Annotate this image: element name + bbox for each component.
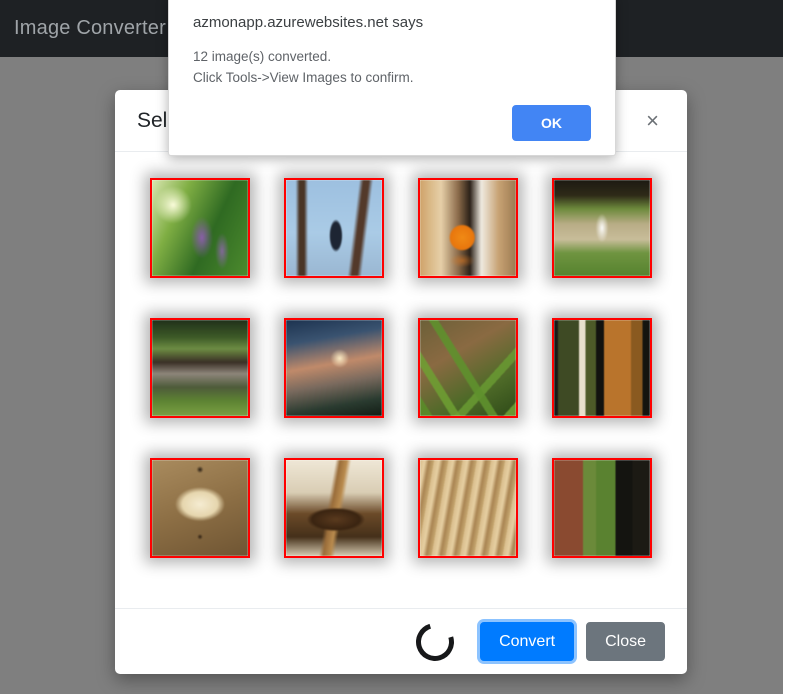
thumbnail-woodland-pond-with-trees[interactable] [150,318,250,418]
close-button[interactable]: Close [586,621,665,662]
thumbnail-image [554,320,650,416]
select-images-modal: Select Images × Convert Close [115,90,687,674]
thumbnail-image [152,460,248,556]
thumbnail-image [286,320,382,416]
alert-message-line-1: 12 image(s) converted. [193,49,332,64]
thumbnail-image [554,180,650,276]
thumbnail-orange-fruit-on-table[interactable] [418,178,518,278]
thumbnail-squirrel-by-brick-pillar[interactable] [552,458,652,558]
alert-ok-button[interactable]: OK [512,104,591,141]
close-icon[interactable]: × [640,106,665,136]
thumbnail-garden-fountain-pond[interactable] [552,178,652,278]
browser-alert-dialog: azmonapp.azurewebsites.net says 12 image… [168,0,616,156]
thumbnail-grilled-food-on-plate[interactable] [552,318,652,418]
thumbnail-stack-of-books-edges[interactable] [418,458,518,558]
thumbnail-image [286,180,382,276]
navbar-brand[interactable]: Image Converter [14,17,166,40]
thumbnail-hanging-glass-lamp[interactable] [150,458,250,558]
alert-message-line-2: Click Tools->View Images to confirm. [193,69,414,85]
thumbnail-wooden-stair-newel-post[interactable] [284,458,384,558]
convert-button[interactable]: Convert [480,621,575,662]
alert-message: 12 image(s) converted. Click Tools->View… [193,47,591,89]
thumbnail-grass-and-leaf-litter[interactable] [418,318,518,418]
thumbnail-image [554,460,650,556]
thumbnail-cormorant-bird-in-bare-tree[interactable] [284,178,384,278]
thumbnail-image [286,460,382,556]
thumbnail-sunset-through-bare-trees[interactable] [284,318,384,418]
thumbnail-image [420,320,516,416]
browser-page: Image Converter Select Images × Convert … [0,0,787,698]
thumbnail-image [420,460,516,556]
alert-actions: OK [193,104,591,141]
loading-spinner-icon [409,615,461,668]
alert-origin-text: azmonapp.azurewebsites.net says [193,14,424,31]
thumbnail-image [152,320,248,416]
thumbnail-grid [133,178,669,598]
modal-body [115,152,687,608]
thumbnail-image [420,180,516,276]
thumbnail-purple-flower-spike[interactable] [150,178,250,278]
thumbnail-image [152,180,248,276]
modal-footer: Convert Close [115,608,687,674]
